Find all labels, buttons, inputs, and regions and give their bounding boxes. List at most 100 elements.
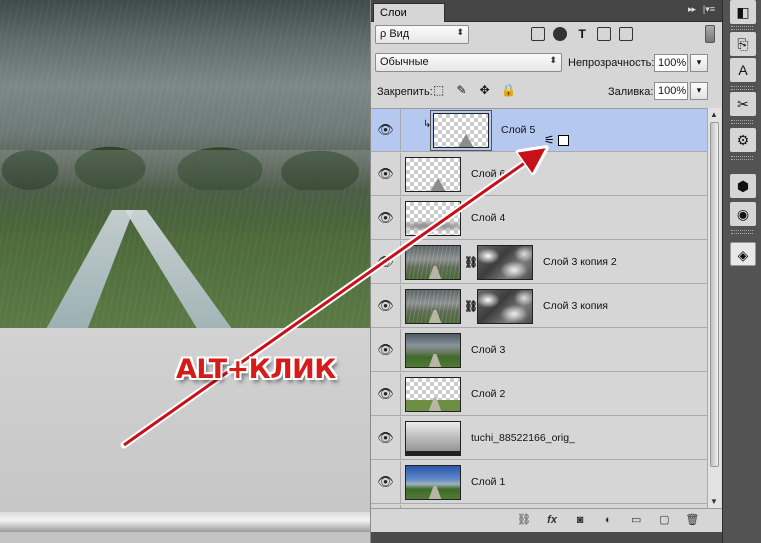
opacity-slider-button[interactable]: ▾ — [690, 54, 708, 72]
layer-thumbnail[interactable] — [405, 245, 461, 280]
layer-thumbnail[interactable] — [405, 377, 461, 412]
dock-grip — [731, 86, 753, 90]
mask-link-icon[interactable]: ⛓ — [464, 300, 478, 313]
new-layer-icon[interactable]: ▢ — [656, 513, 672, 527]
dock-character-icon[interactable]: A — [730, 58, 756, 82]
lock-image-pixels-icon[interactable]: ✎ — [455, 84, 468, 97]
thumb-road — [428, 266, 442, 279]
dock-grip — [731, 120, 753, 124]
layer-row[interactable]: 👁 ↳ Слой 5 — [371, 109, 707, 152]
new-group-folder-icon[interactable]: ▭ — [628, 513, 644, 527]
dock-channels-icon[interactable]: ◉ — [730, 202, 756, 226]
filter-kind-dropdown[interactable]: ρ Вид ⬍ — [375, 25, 469, 44]
dock-properties-icon[interactable]: ⚙ — [730, 128, 756, 152]
filter-adjustment-icon[interactable] — [553, 27, 568, 41]
mask-link-icon[interactable]: ⛓ — [464, 256, 478, 269]
layers-scrollbar[interactable]: ▲ ▼ — [707, 108, 721, 508]
lock-transparent-pixels-icon[interactable]: ⬚ — [432, 84, 445, 97]
opacity-input[interactable]: 100% — [654, 54, 688, 72]
lock-row: Закрепить: ⬚ ✎ ✥ 🔒 Заливка: 100% ▾ — [375, 81, 719, 103]
fill-slider-button[interactable]: ▾ — [690, 82, 708, 100]
visibility-eye-icon[interactable]: 👁 — [371, 373, 401, 416]
mist — [0, 150, 370, 230]
fill-input[interactable]: 100% — [654, 82, 688, 100]
dock-grip — [731, 230, 753, 234]
visibility-eye-icon[interactable]: 👁 — [371, 417, 401, 460]
filter-smart-object-icon[interactable] — [619, 27, 634, 41]
adjustment-layer-icon[interactable]: ◐ — [600, 513, 616, 527]
layer-mask-thumbnail[interactable] — [477, 245, 533, 280]
visibility-eye-icon[interactable]: 👁 — [371, 285, 401, 328]
visibility-eye-icon[interactable]: 👁 — [371, 241, 401, 284]
layer-row[interactable]: 👁 tuchi_88522166_orig_ — [371, 417, 707, 460]
layer-thumbnail[interactable] — [405, 421, 461, 456]
dock-layers-icon[interactable]: ◈ — [730, 242, 756, 266]
layer-row[interactable]: 👁 ⛓ Слой 3 копия 2 — [371, 241, 707, 284]
scroll-thumb[interactable] — [710, 122, 719, 467]
layer-name[interactable]: Слой 5 — [501, 124, 535, 136]
layer-name[interactable]: Слой 3 копия 2 — [543, 256, 617, 268]
scroll-down-icon[interactable]: ▼ — [710, 497, 718, 506]
tab-layers[interactable]: Слои — [373, 3, 445, 22]
lock-position-icon[interactable]: ✥ — [478, 84, 491, 97]
layer-row[interactable]: 👁 Слой 6 — [371, 153, 707, 196]
layer-style-fx-icon[interactable]: fx — [544, 513, 560, 527]
tab-layers-label: Слои — [380, 7, 407, 19]
layer-row[interactable]: 👁 Слой 1 — [371, 461, 707, 504]
layer-row[interactable]: 👁 Слой 4 — [371, 197, 707, 240]
link-layers-icon[interactable]: ⛓ — [516, 513, 532, 527]
layer-thumbnail[interactable] — [405, 333, 461, 368]
visibility-eye-icon[interactable]: 👁 — [371, 197, 401, 240]
layer-thumbnail[interactable] — [405, 157, 461, 192]
panel-menu-icon[interactable]: |▾≡ — [703, 4, 715, 15]
cursor-glyph: ⚟ — [544, 133, 555, 147]
filter-shape-icon[interactable] — [597, 27, 612, 41]
dock-grip — [731, 26, 753, 30]
visibility-eye-icon[interactable]: 👁 — [371, 153, 401, 196]
dock-3d-icon[interactable]: ⬢ — [730, 174, 756, 198]
blend-row: Обычные ⬍ Непрозрачность: 100% ▾ — [375, 53, 719, 75]
filter-toggle-switch[interactable] — [705, 25, 715, 43]
filter-row: ρ Вид ⬍ T — [375, 25, 719, 47]
dock-clone-source-icon[interactable]: ⎘ — [730, 32, 756, 56]
blend-mode-label: Обычные — [380, 56, 429, 68]
layer-thumbnail[interactable] — [405, 465, 461, 500]
filter-type-icon[interactable]: T — [575, 27, 589, 41]
layer-name[interactable]: Слой 6 — [471, 168, 505, 180]
scroll-up-icon[interactable]: ▲ — [710, 110, 718, 119]
dropdown-arrow-icon: ⬍ — [549, 55, 557, 65]
layer-name[interactable]: Слой 3 — [471, 344, 505, 356]
collapse-panel-icon[interactable]: ▸▸ — [688, 4, 696, 15]
opacity-label: Непрозрачность: — [568, 57, 655, 69]
layer-name[interactable]: Слой 2 — [471, 388, 505, 400]
layer-thumbnail[interactable] — [405, 201, 461, 236]
trash-icon[interactable]: 🗑 — [684, 513, 700, 527]
layer-row[interactable]: 👁 Слой 2 — [371, 373, 707, 416]
layer-name[interactable]: Слой 3 копия — [543, 300, 608, 312]
layer-row[interactable]: 👁 Слой 3 — [371, 329, 707, 372]
layer-row[interactable]: 👁 ⛓ Слой 3 копия — [371, 285, 707, 328]
document-canvas[interactable] — [0, 0, 370, 543]
thumb-cloud — [406, 220, 460, 232]
layer-mask-thumbnail[interactable] — [477, 289, 533, 324]
dock-history-icon[interactable]: ◧ — [730, 0, 756, 24]
filter-pixel-icon[interactable] — [531, 27, 545, 41]
add-mask-icon[interactable]: ◙ — [572, 513, 588, 527]
lock-all-icon[interactable]: 🔒 — [501, 84, 516, 97]
visibility-eye-icon[interactable]: 👁 — [371, 109, 401, 152]
layer-name[interactable]: Слой 1 — [471, 476, 505, 488]
layers-list: 👁 ↳ Слой 5 👁 Слой 6 👁 Слой 4 👁 ⛓ Слой 3 … — [371, 108, 707, 508]
layer-thumbnail[interactable] — [405, 289, 461, 324]
blend-mode-dropdown[interactable]: Обычные ⬍ — [375, 53, 562, 72]
footer-icons: ⛓ fx ◙ ◐ ▭ ▢ 🗑 — [516, 513, 709, 527]
thumb-road — [428, 310, 442, 323]
thumb-shape — [430, 178, 446, 191]
dock-tool-presets-icon[interactable]: ✂ — [730, 92, 756, 116]
filter-icons: T — [531, 27, 638, 41]
layer-name[interactable]: Слой 4 — [471, 212, 505, 224]
visibility-eye-icon[interactable]: 👁 — [371, 461, 401, 504]
clipping-arrow-icon: ↳ — [423, 119, 432, 130]
layer-name[interactable]: tuchi_88522166_orig_ — [471, 432, 575, 444]
visibility-eye-icon[interactable]: 👁 — [371, 329, 401, 372]
layer-thumbnail[interactable] — [433, 113, 489, 148]
